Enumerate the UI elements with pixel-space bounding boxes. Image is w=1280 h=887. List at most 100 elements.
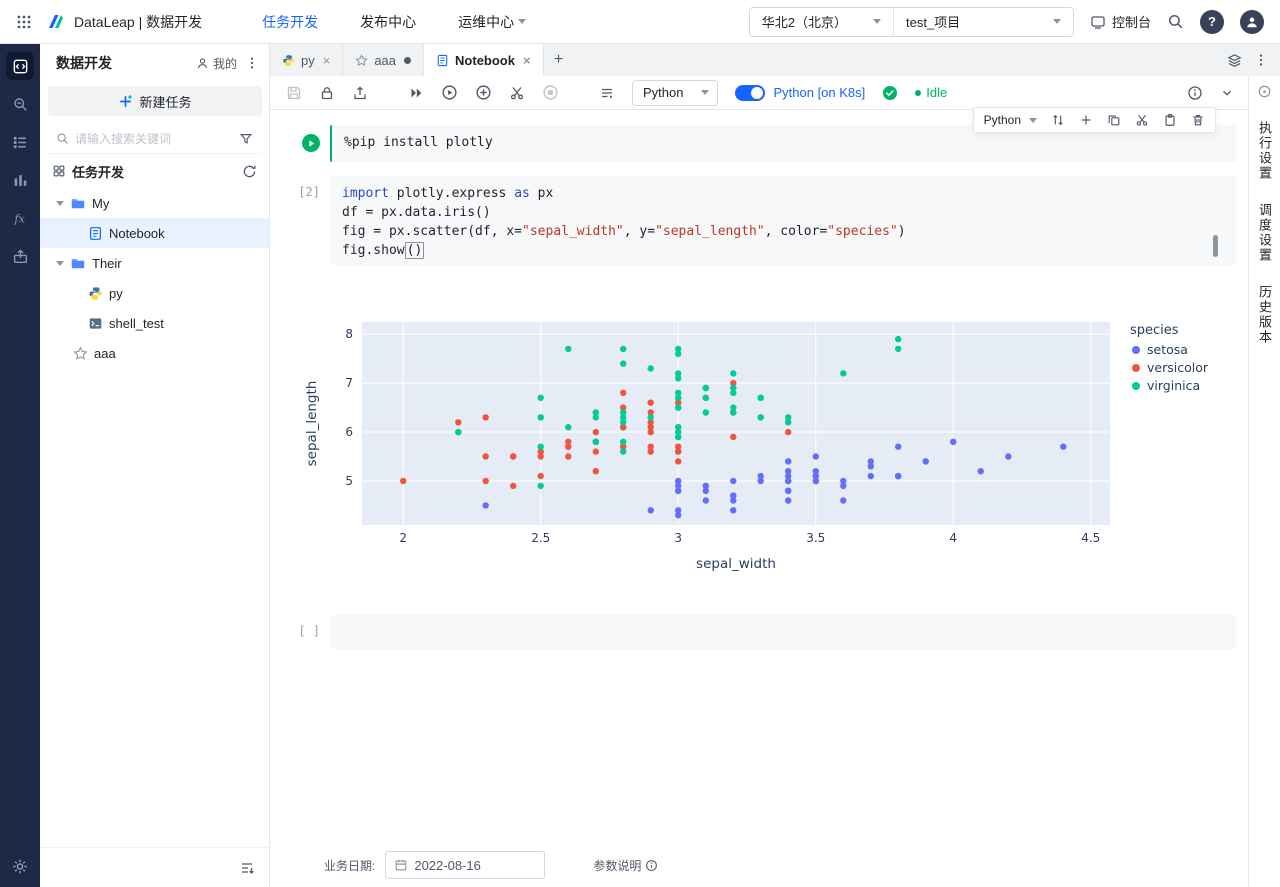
tab-execution-settings[interactable]: 执行设置 [1257, 121, 1272, 181]
code-line: df = px.data.iris() [342, 205, 491, 220]
search-icon [56, 132, 69, 145]
settings-gear-icon[interactable] [12, 858, 29, 875]
code-cell-2: [2] import plotly.express as px df = px.… [286, 176, 1236, 265]
submit-icon[interactable] [352, 85, 368, 101]
save-icon[interactable] [286, 85, 302, 101]
nav-task-dev[interactable]: 任务开发 [262, 12, 318, 32]
new-task-button[interactable]: 新建任务 [48, 86, 262, 116]
tree-item-aaa[interactable]: aaa [40, 338, 269, 368]
tab-history-versions[interactable]: 历史版本 [1257, 285, 1272, 345]
tree-folder-their[interactable]: Their [40, 248, 269, 278]
x-tick-label: 2 [399, 531, 407, 545]
chevron-down-icon [872, 19, 881, 24]
info-icon[interactable] [1187, 85, 1203, 101]
close-icon[interactable]: × [323, 54, 331, 67]
add-cell-icon[interactable] [475, 84, 492, 101]
search-input[interactable] [75, 131, 233, 146]
run-cell-button[interactable] [302, 134, 320, 152]
collapse-toolbar-icon[interactable] [1220, 86, 1234, 100]
toggle-switch[interactable] [735, 84, 766, 101]
iris-scatter-chart[interactable]: 2 2.5 3 3.5 4 4.5 5 6 7 8 sepal_width sepal_length s… [286, 300, 1236, 572]
cell2-output: 2 2.5 3 3.5 4 4.5 5 6 7 8 sepal_width sepal_length s… [286, 300, 1236, 572]
resource-upload-icon[interactable] [6, 242, 34, 270]
person-icon [196, 57, 209, 70]
dataleap-logo [44, 12, 66, 32]
tab-schedule-settings[interactable]: 调度设置 [1257, 203, 1272, 263]
sidebar-bottom-bar [40, 847, 269, 887]
apps-grid-icon[interactable] [16, 14, 32, 30]
editor-tabbar: py × aaa Notebook × + [270, 44, 1280, 76]
x-tick-label: 2.5 [531, 531, 550, 545]
run-cell-icon[interactable] [441, 84, 458, 101]
cell-kernel-select[interactable]: Python [984, 113, 1037, 127]
kebab-menu-icon[interactable] [1254, 53, 1268, 67]
notebook-area: %pip install plotly [2] import plotly.ex… [270, 110, 1248, 887]
close-icon[interactable]: × [523, 54, 531, 67]
project-select[interactable]: test_项目 [892, 7, 1073, 36]
tab-notebook[interactable]: Notebook × [424, 44, 544, 76]
legend-title: species [1130, 323, 1179, 338]
panel-collapse-icon[interactable] [1257, 84, 1272, 99]
cut-cell-icon[interactable] [1135, 113, 1149, 127]
sidebar: 数据开发 我的 新建任务 任务开发 My [40, 44, 270, 887]
tree-label: aaa [94, 345, 116, 361]
cell2-code[interactable]: import plotly.express as px df = px.data… [330, 176, 1236, 265]
scrollbar-thumb[interactable] [1213, 235, 1218, 257]
copy-cell-icon[interactable] [1107, 113, 1121, 127]
stop-icon[interactable] [542, 84, 559, 101]
nav-ops-center[interactable]: 运维中心 [458, 12, 527, 32]
kebab-menu-icon[interactable] [245, 56, 259, 70]
product-title: DataLeap | 数据开发 [74, 13, 203, 30]
lock-icon[interactable] [319, 85, 335, 101]
search-icon[interactable] [1167, 13, 1184, 30]
refresh-icon[interactable] [242, 164, 257, 179]
paste-cell-icon[interactable] [1163, 113, 1177, 127]
tree-item-py[interactable]: py [40, 278, 269, 308]
console-icon [1090, 14, 1106, 30]
calendar-icon [394, 858, 408, 872]
tree-folder-my[interactable]: My [40, 188, 269, 218]
console-button[interactable]: 控制台 [1090, 12, 1151, 31]
region-value: 华北2（北京） [761, 15, 847, 30]
avatar[interactable] [1240, 9, 1264, 34]
new-tab-button[interactable]: + [544, 44, 574, 76]
runtime-label: Python [on K8s] [773, 85, 866, 100]
data-explore-icon[interactable] [6, 90, 34, 118]
move-cell-icon[interactable] [1051, 113, 1065, 127]
unsaved-dot [404, 56, 412, 64]
add-cell-below-icon[interactable] [1079, 113, 1093, 127]
svg-text:fx: fx [13, 213, 25, 226]
data-dev-icon[interactable] [6, 52, 34, 80]
kernel-status: Idle [915, 85, 947, 100]
kernel-list-icon[interactable] [599, 85, 615, 101]
business-date-input[interactable] [385, 851, 546, 879]
region-select[interactable]: 华北2（北京） [750, 8, 893, 36]
filter-icon[interactable] [239, 132, 253, 146]
sidebar-title: 数据开发 [56, 55, 112, 71]
kernel-select[interactable]: Python [632, 79, 719, 106]
tree-item-shell-test[interactable]: shell_test [40, 308, 269, 338]
help-button[interactable]: ? [1200, 9, 1224, 34]
y-tick-label: 5 [345, 474, 353, 488]
tree-item-notebook[interactable]: Notebook [40, 218, 269, 248]
x-tick-label: 4.5 [1081, 531, 1100, 545]
tab-py[interactable]: py × [270, 44, 344, 76]
chevron-down-icon [1029, 117, 1037, 123]
delete-cell-icon[interactable] [1191, 113, 1205, 127]
task-queue-icon[interactable] [6, 128, 34, 156]
tab-aaa[interactable]: aaa [343, 44, 425, 76]
nav-release-center[interactable]: 发布中心 [360, 12, 416, 32]
colorful-plus-icon [118, 94, 133, 109]
mine-filter-button[interactable]: 我的 [196, 55, 237, 72]
empty-cell: [ ] [286, 615, 1236, 649]
business-date-value[interactable] [414, 857, 537, 873]
k8s-toggle[interactable]: Python [on K8s] [735, 84, 866, 101]
run-all-icon[interactable] [408, 85, 424, 101]
collapse-all-icon[interactable] [239, 860, 255, 876]
cut-cell-icon[interactable] [509, 85, 525, 101]
function-icon[interactable]: fx [6, 204, 34, 232]
data-columns-icon[interactable] [6, 166, 34, 194]
params-help[interactable]: 参数说明 [593, 857, 658, 874]
empty-cell-code[interactable] [330, 615, 1236, 649]
layers-icon[interactable] [1227, 53, 1242, 68]
